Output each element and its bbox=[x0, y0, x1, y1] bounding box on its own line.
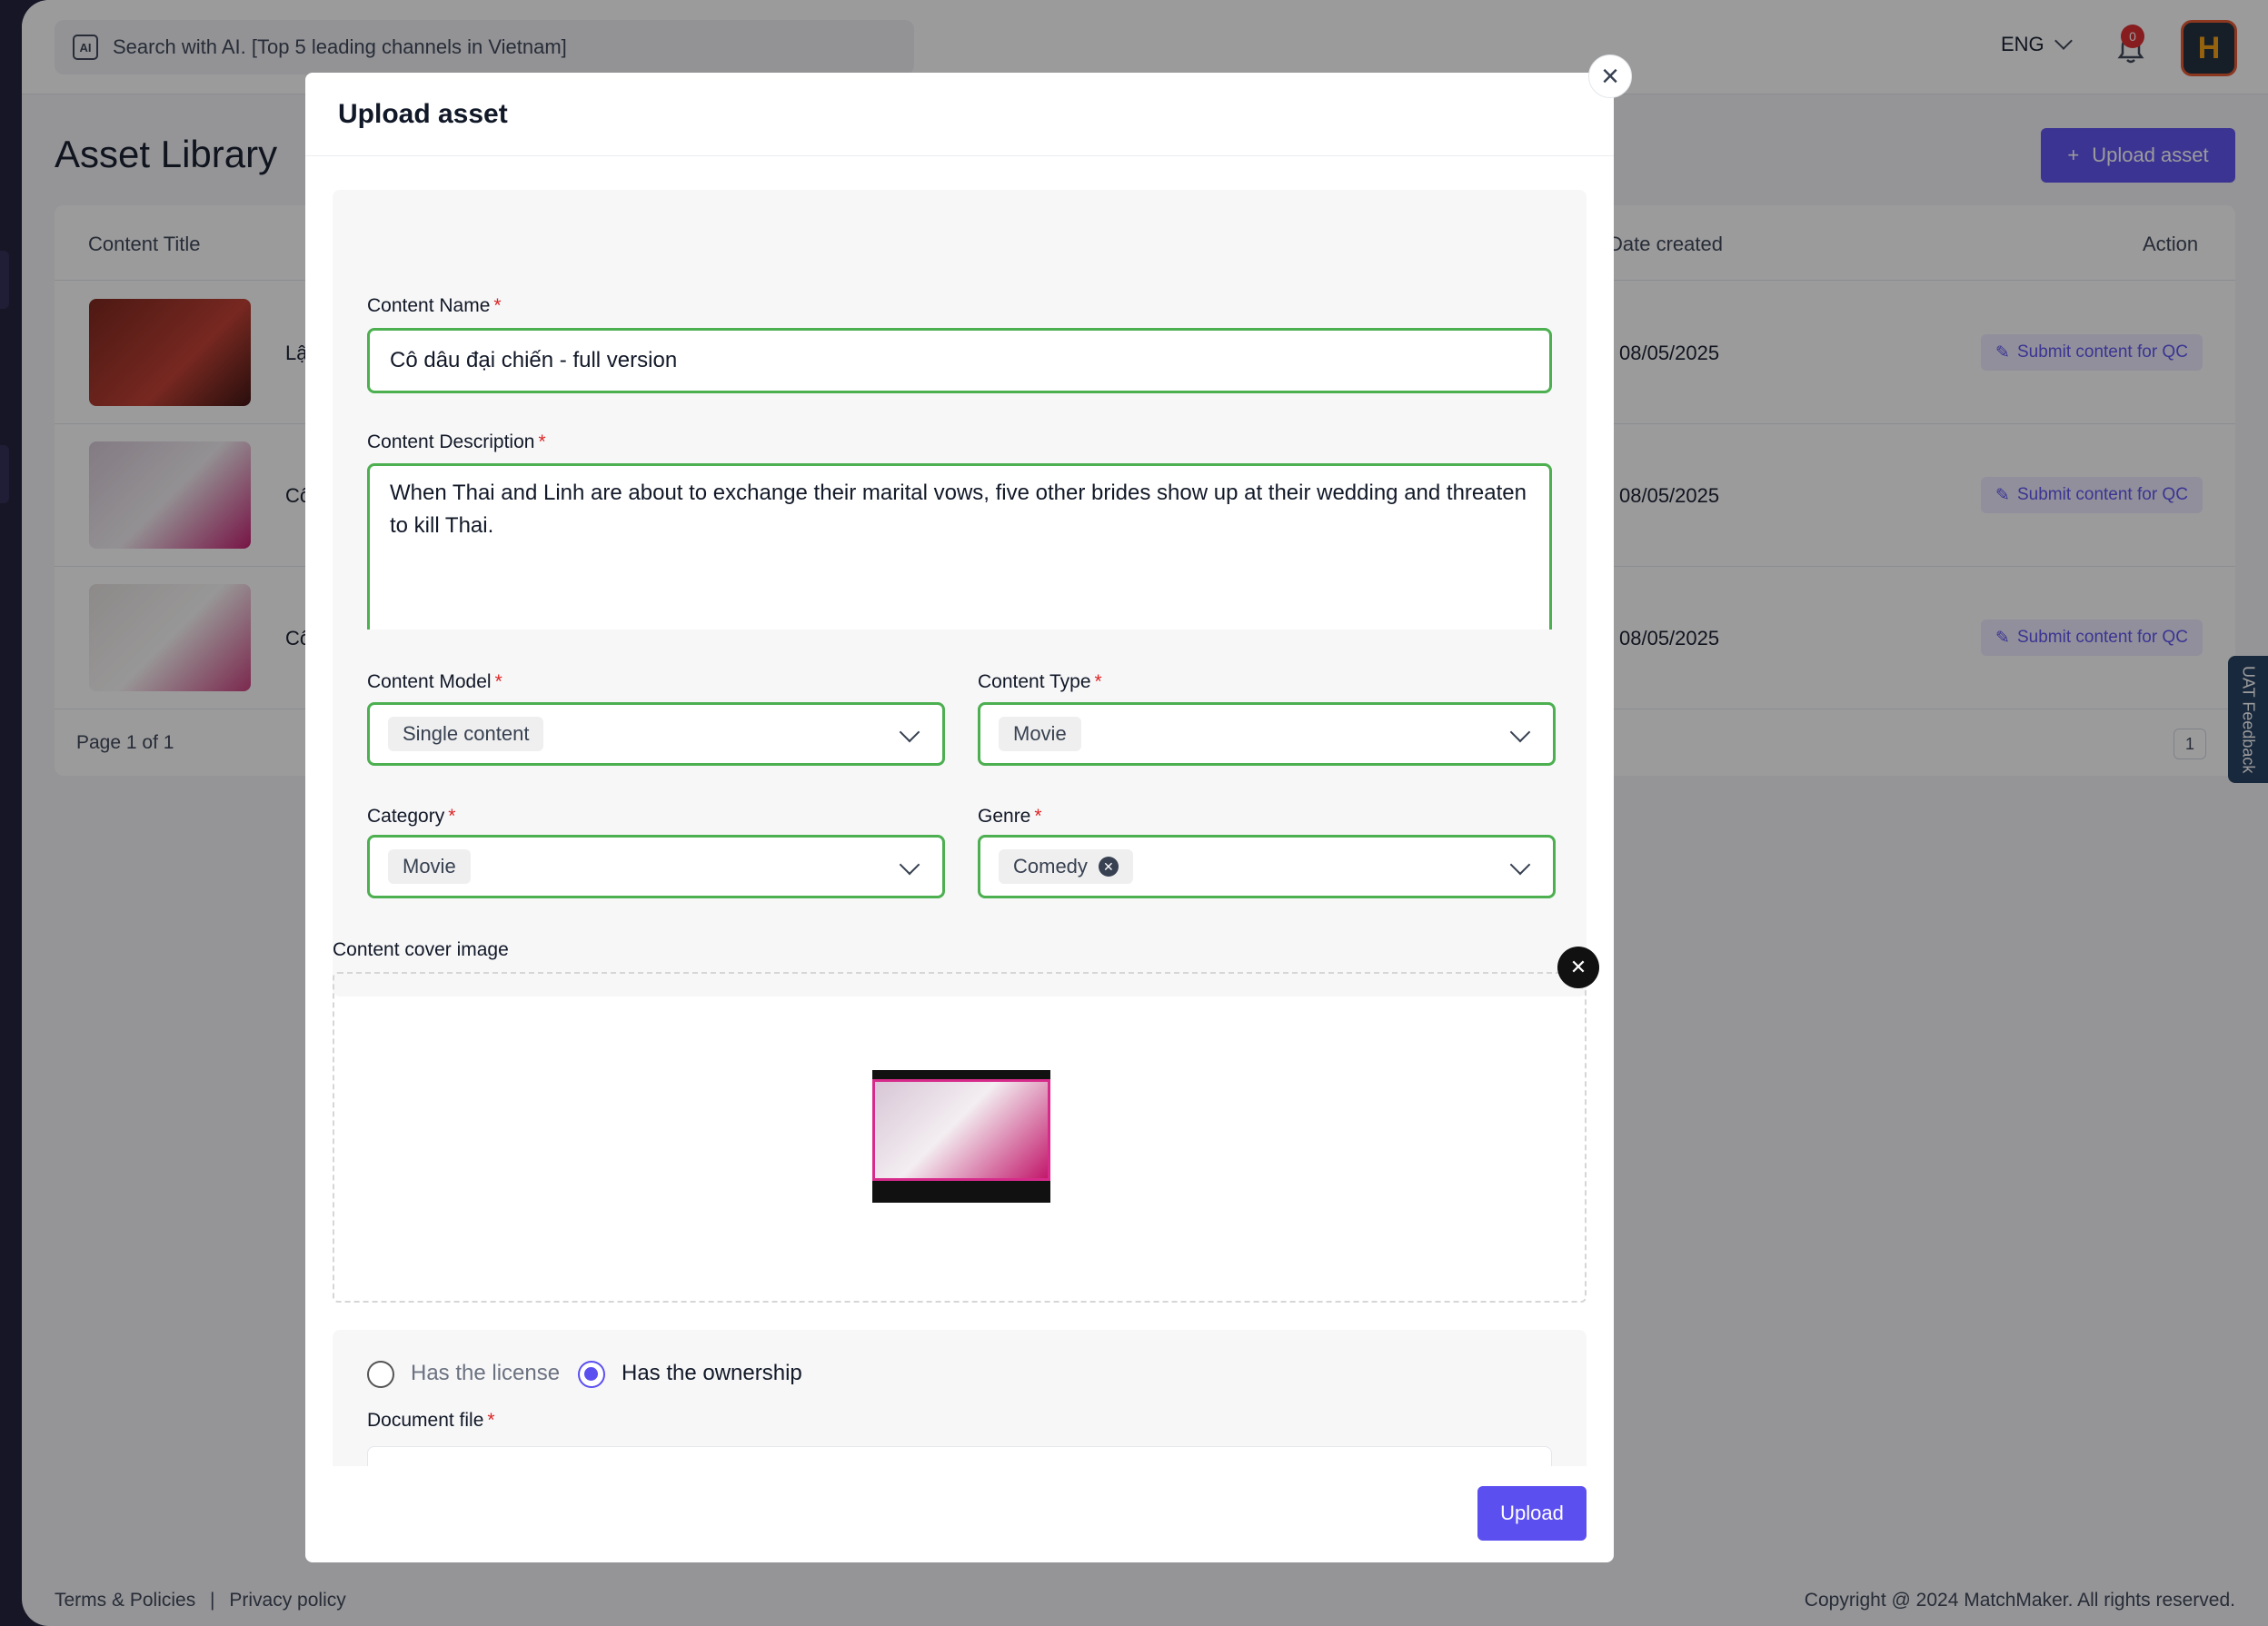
chevron-down-icon bbox=[1509, 721, 1531, 743]
content-model-value: Single content bbox=[388, 717, 544, 751]
content-description-textarea[interactable]: When Thai and Linh are about to exchange… bbox=[367, 463, 1552, 649]
genre-label: Genre * bbox=[978, 806, 1042, 827]
content-description-label: Content Description * bbox=[367, 431, 546, 452]
content-type-value: Movie bbox=[999, 717, 1081, 751]
genre-tag: Comedy ✕ bbox=[999, 849, 1133, 884]
basic-info-section: Content Name * Cô dâu đại chiến - full ve… bbox=[333, 190, 1587, 675]
category-value: Movie bbox=[388, 849, 471, 884]
content-name-label: Content Name * bbox=[367, 295, 502, 316]
license-radio-label: Has the license bbox=[411, 1361, 561, 1385]
ownership-radio-label: Has the ownership bbox=[622, 1361, 802, 1385]
rights-section: Has the license Has the ownership Docume… bbox=[333, 1330, 1587, 1466]
genre-value: Comedy bbox=[1013, 855, 1088, 877]
remove-cover-icon[interactable]: ✕ bbox=[1557, 947, 1599, 988]
classification-section: Content Model * Single content Content Ty… bbox=[333, 630, 1587, 996]
cover-image-dropzone[interactable] bbox=[333, 972, 1587, 1303]
modal-title: Upload asset bbox=[338, 98, 508, 129]
chevron-down-icon bbox=[899, 721, 920, 743]
document-file-label: Document file * bbox=[367, 1410, 495, 1431]
ownership-radio[interactable] bbox=[578, 1361, 605, 1388]
category-select[interactable]: Movie bbox=[367, 835, 945, 898]
content-name-input[interactable]: Cô dâu đại chiến - full version bbox=[367, 328, 1552, 393]
chevron-down-icon bbox=[1509, 854, 1531, 876]
cover-image-label: Content cover image bbox=[333, 939, 509, 960]
upload-asset-modal: Upload asset × Content Name * Cô dâu đại … bbox=[305, 55, 1632, 1562]
content-model-label: Content Model * bbox=[367, 671, 502, 692]
close-icon[interactable]: × bbox=[1588, 55, 1632, 98]
license-radio[interactable] bbox=[367, 1361, 394, 1388]
document-file-input[interactable] bbox=[367, 1446, 1552, 1466]
chevron-down-icon bbox=[899, 854, 920, 876]
modal-header: Upload asset bbox=[305, 73, 1614, 156]
content-type-label: Content Type * bbox=[978, 671, 1102, 692]
content-type-select[interactable]: Movie bbox=[978, 702, 1556, 766]
upload-button[interactable]: Upload bbox=[1477, 1486, 1587, 1541]
genre-select[interactable]: Comedy ✕ bbox=[978, 835, 1556, 898]
cover-image-preview bbox=[872, 1070, 1050, 1203]
content-model-select[interactable]: Single content bbox=[367, 702, 945, 766]
category-label: Category * bbox=[367, 806, 456, 827]
remove-tag-icon[interactable]: ✕ bbox=[1098, 857, 1119, 877]
